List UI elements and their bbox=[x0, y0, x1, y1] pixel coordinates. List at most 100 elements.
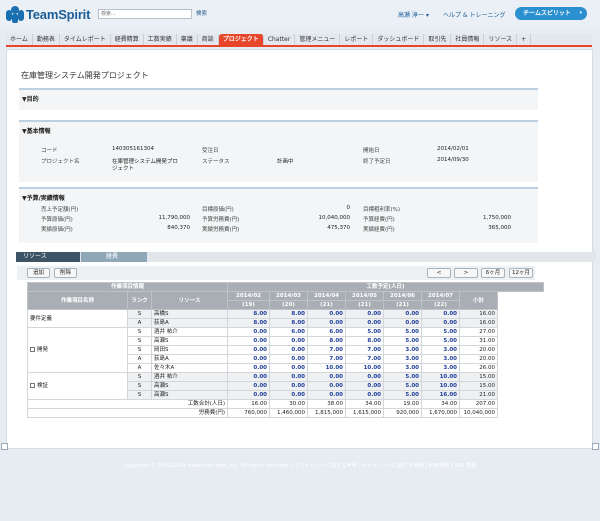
plan-value-cell[interactable]: 0.00 bbox=[421, 309, 460, 319]
tab-9[interactable]: 管理メニュー bbox=[295, 34, 341, 45]
plan-value-cell[interactable]: 8.00 bbox=[345, 336, 384, 346]
tab-resource[interactable]: リソース bbox=[16, 252, 80, 262]
plan-value-cell[interactable]: 10.00 bbox=[421, 381, 460, 391]
plan-value-cell[interactable]: 0.00 bbox=[227, 390, 270, 400]
app-menu-button[interactable]: チームスピリット ▾ bbox=[515, 7, 587, 20]
tab-1[interactable]: 勤務表 bbox=[33, 34, 60, 45]
tab-7[interactable]: プロジェクト bbox=[218, 34, 264, 45]
plan-value-cell[interactable]: 0.00 bbox=[307, 309, 346, 319]
resize-handle-icon[interactable] bbox=[1, 443, 8, 450]
delete-button[interactable]: 削除 bbox=[54, 268, 77, 278]
plan-value-cell[interactable]: 0.00 bbox=[227, 327, 270, 337]
plan-value-cell[interactable]: 0.00 bbox=[227, 381, 270, 391]
work-item-cell[interactable]: 開発 bbox=[27, 327, 128, 373]
plan-value-cell[interactable]: 0.00 bbox=[227, 372, 270, 382]
checkbox[interactable] bbox=[30, 347, 35, 352]
plan-value-cell[interactable]: 5.00 bbox=[345, 327, 384, 337]
resource-cell[interactable]: 酒井 祐介 bbox=[151, 372, 228, 382]
plan-value-cell[interactable]: 5.00 bbox=[383, 381, 422, 391]
plan-value-cell[interactable]: 5.00 bbox=[383, 327, 422, 337]
six-months-button[interactable]: 6ヶ月 bbox=[481, 268, 505, 278]
plan-value-cell[interactable]: 5.00 bbox=[421, 336, 460, 346]
plan-value-cell[interactable]: 7.00 bbox=[307, 354, 346, 364]
plan-value-cell[interactable]: 3.00 bbox=[383, 345, 422, 355]
table-row[interactable]: 要件定義 S 高橋S 8.00 8.00 0.00 0.00 0.00 0.00 16.00 bbox=[27, 309, 544, 328]
plan-value-cell[interactable]: 0.00 bbox=[307, 318, 346, 328]
plan-value-cell[interactable]: 3.00 bbox=[421, 363, 460, 373]
section-title[interactable]: ▼基本情報 bbox=[22, 126, 51, 135]
tab-10[interactable]: レポート bbox=[340, 34, 374, 45]
tab-14[interactable]: リソース bbox=[484, 34, 518, 45]
plan-value-cell[interactable]: 0.00 bbox=[345, 381, 384, 391]
search-input[interactable] bbox=[98, 9, 192, 19]
plan-value-cell[interactable]: 10.00 bbox=[307, 363, 346, 373]
plan-value-cell[interactable]: 0.00 bbox=[345, 318, 384, 328]
tab-8[interactable]: Chatter bbox=[264, 34, 296, 45]
twelve-months-button[interactable]: 12ヶ月 bbox=[509, 268, 533, 278]
plan-value-cell[interactable]: 8.00 bbox=[307, 336, 346, 346]
plan-value-cell[interactable]: 0.00 bbox=[269, 381, 308, 391]
section-title[interactable]: ▼予算/実績情報 bbox=[22, 193, 65, 202]
work-item-cell[interactable]: 検証 bbox=[27, 372, 128, 400]
tab-4[interactable]: 工数実績 bbox=[144, 34, 177, 45]
table-row[interactable]: 検証 S 酒井 祐介 0.00 0.00 0.00 0.00 5.00 10.00 15.00 bbox=[27, 372, 544, 400]
resize-handle-icon[interactable] bbox=[592, 443, 599, 450]
plan-value-cell[interactable]: 8.00 bbox=[269, 318, 308, 328]
plan-value-cell[interactable]: 6.00 bbox=[307, 327, 346, 337]
plan-value-cell[interactable]: 5.00 bbox=[421, 327, 460, 337]
tab-3[interactable]: 経費精算 bbox=[111, 34, 144, 45]
plan-value-cell[interactable]: 5.00 bbox=[383, 372, 422, 382]
teamspirit-logo[interactable]: TeamSpirit bbox=[6, 6, 90, 23]
plan-value-cell[interactable]: 10.00 bbox=[345, 363, 384, 373]
checkbox[interactable] bbox=[30, 383, 35, 388]
plan-value-cell[interactable]: 0.00 bbox=[269, 363, 308, 373]
plan-value-cell[interactable]: 0.00 bbox=[227, 345, 270, 355]
resource-cell[interactable]: 酒井 祐介 bbox=[151, 327, 228, 337]
plan-value-cell[interactable]: 5.00 bbox=[383, 390, 422, 400]
user-menu[interactable]: 高瀬 淳一 ▾ bbox=[398, 10, 429, 19]
resource-cell[interactable]: 佐々木A bbox=[151, 363, 228, 373]
help-training-link[interactable]: ヘルプ & トレーニング bbox=[443, 10, 506, 19]
plan-value-cell[interactable]: 8.00 bbox=[227, 309, 270, 319]
resource-cell[interactable]: 荻島A bbox=[151, 354, 228, 364]
plan-value-cell[interactable]: 0.00 bbox=[383, 309, 422, 319]
plan-value-cell[interactable]: 7.00 bbox=[345, 354, 384, 364]
resource-cell[interactable]: 荻島A bbox=[151, 318, 228, 328]
plan-value-cell[interactable]: 0.00 bbox=[345, 372, 384, 382]
plan-value-cell[interactable]: 3.00 bbox=[383, 354, 422, 364]
plan-value-cell[interactable]: 6.00 bbox=[269, 327, 308, 337]
plan-value-cell[interactable]: 0.00 bbox=[227, 336, 270, 346]
section-title[interactable]: ▼目的 bbox=[22, 94, 39, 103]
plan-value-cell[interactable]: 0.00 bbox=[345, 390, 384, 400]
plan-value-cell[interactable]: 0.00 bbox=[307, 372, 346, 382]
plan-value-cell[interactable]: 10.00 bbox=[421, 372, 460, 382]
tab-0[interactable]: ホーム bbox=[6, 34, 33, 45]
tab-15[interactable]: + bbox=[517, 34, 532, 45]
plan-value-cell[interactable]: 3.00 bbox=[421, 345, 460, 355]
plan-value-cell[interactable]: 8.00 bbox=[227, 318, 270, 328]
plan-value-cell[interactable]: 8.00 bbox=[269, 309, 308, 319]
plan-value-cell[interactable]: 0.00 bbox=[421, 318, 460, 328]
plan-value-cell[interactable]: 7.00 bbox=[307, 345, 346, 355]
plan-value-cell[interactable]: 3.00 bbox=[421, 354, 460, 364]
plan-value-cell[interactable]: 0.00 bbox=[307, 390, 346, 400]
plan-value-cell[interactable]: 3.00 bbox=[383, 363, 422, 373]
plan-value-cell[interactable]: 0.00 bbox=[227, 354, 270, 364]
plan-value-cell[interactable]: 0.00 bbox=[383, 318, 422, 328]
tab-5[interactable]: 稟議 bbox=[177, 34, 198, 45]
plan-value-cell[interactable]: 7.00 bbox=[345, 345, 384, 355]
plan-value-cell[interactable]: 0.00 bbox=[269, 345, 308, 355]
tab-6[interactable]: 商談 bbox=[198, 34, 219, 45]
table-row[interactable]: 開発 S 酒井 祐介 0.00 6.00 6.00 5.00 5.00 5.00 27.00 bbox=[27, 327, 544, 373]
prev-period-button[interactable]: < bbox=[427, 268, 451, 278]
plan-value-cell[interactable]: 0.00 bbox=[269, 336, 308, 346]
add-button[interactable]: 追加 bbox=[27, 268, 50, 278]
work-item-cell[interactable]: 要件定義 bbox=[27, 309, 128, 328]
resource-cell[interactable]: 高橋S bbox=[151, 309, 228, 319]
tab-11[interactable]: ダッシュボード bbox=[373, 34, 425, 45]
resource-cell[interactable]: 岡田S bbox=[151, 345, 228, 355]
plan-value-cell[interactable]: 0.00 bbox=[345, 309, 384, 319]
resource-cell[interactable]: 高瀬S bbox=[151, 336, 228, 346]
tab-12[interactable]: 取引先 bbox=[424, 34, 452, 45]
plan-value-cell[interactable]: 0.00 bbox=[307, 381, 346, 391]
